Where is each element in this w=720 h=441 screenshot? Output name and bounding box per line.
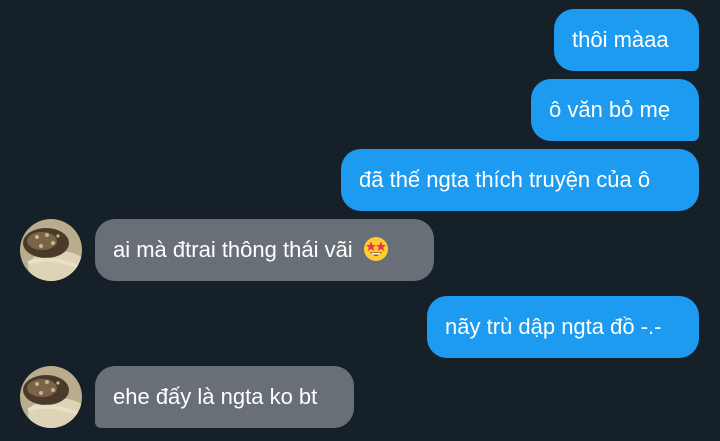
received-message[interactable]: ai mà đtrai thông thái vãi [95, 219, 434, 281]
hedgehog-photo [20, 219, 82, 281]
sent-message[interactable]: đã thế ngta thích truyện của ô [341, 149, 699, 211]
received-message[interactable]: ehe đấy là ngta ko bt [95, 366, 354, 428]
sent-message[interactable]: ô văn bỏ mẹ [531, 79, 699, 141]
message-text: nãy trù dập ngta đồ -.- [445, 314, 662, 339]
message-text: ô văn bỏ mẹ [549, 97, 671, 122]
chat-thread: thôi màaa ô văn bỏ mẹ đã thế ngta thích … [0, 0, 720, 441]
sent-message[interactable]: nãy trù dập ngta đồ -.- [427, 296, 699, 358]
message-text: ehe đấy là ngta ko bt [113, 384, 318, 409]
star-struck-emoji [363, 237, 388, 261]
hedgehog-photo [20, 366, 82, 428]
contact-avatar[interactable] [20, 366, 82, 428]
message-text: thôi màaa [572, 27, 669, 52]
sent-message[interactable]: thôi màaa [554, 9, 699, 71]
contact-avatar[interactable] [20, 219, 82, 281]
message-text: đã thế ngta thích truyện của ô [359, 167, 651, 192]
message-text: ai mà đtrai thông thái vãi [113, 237, 353, 262]
